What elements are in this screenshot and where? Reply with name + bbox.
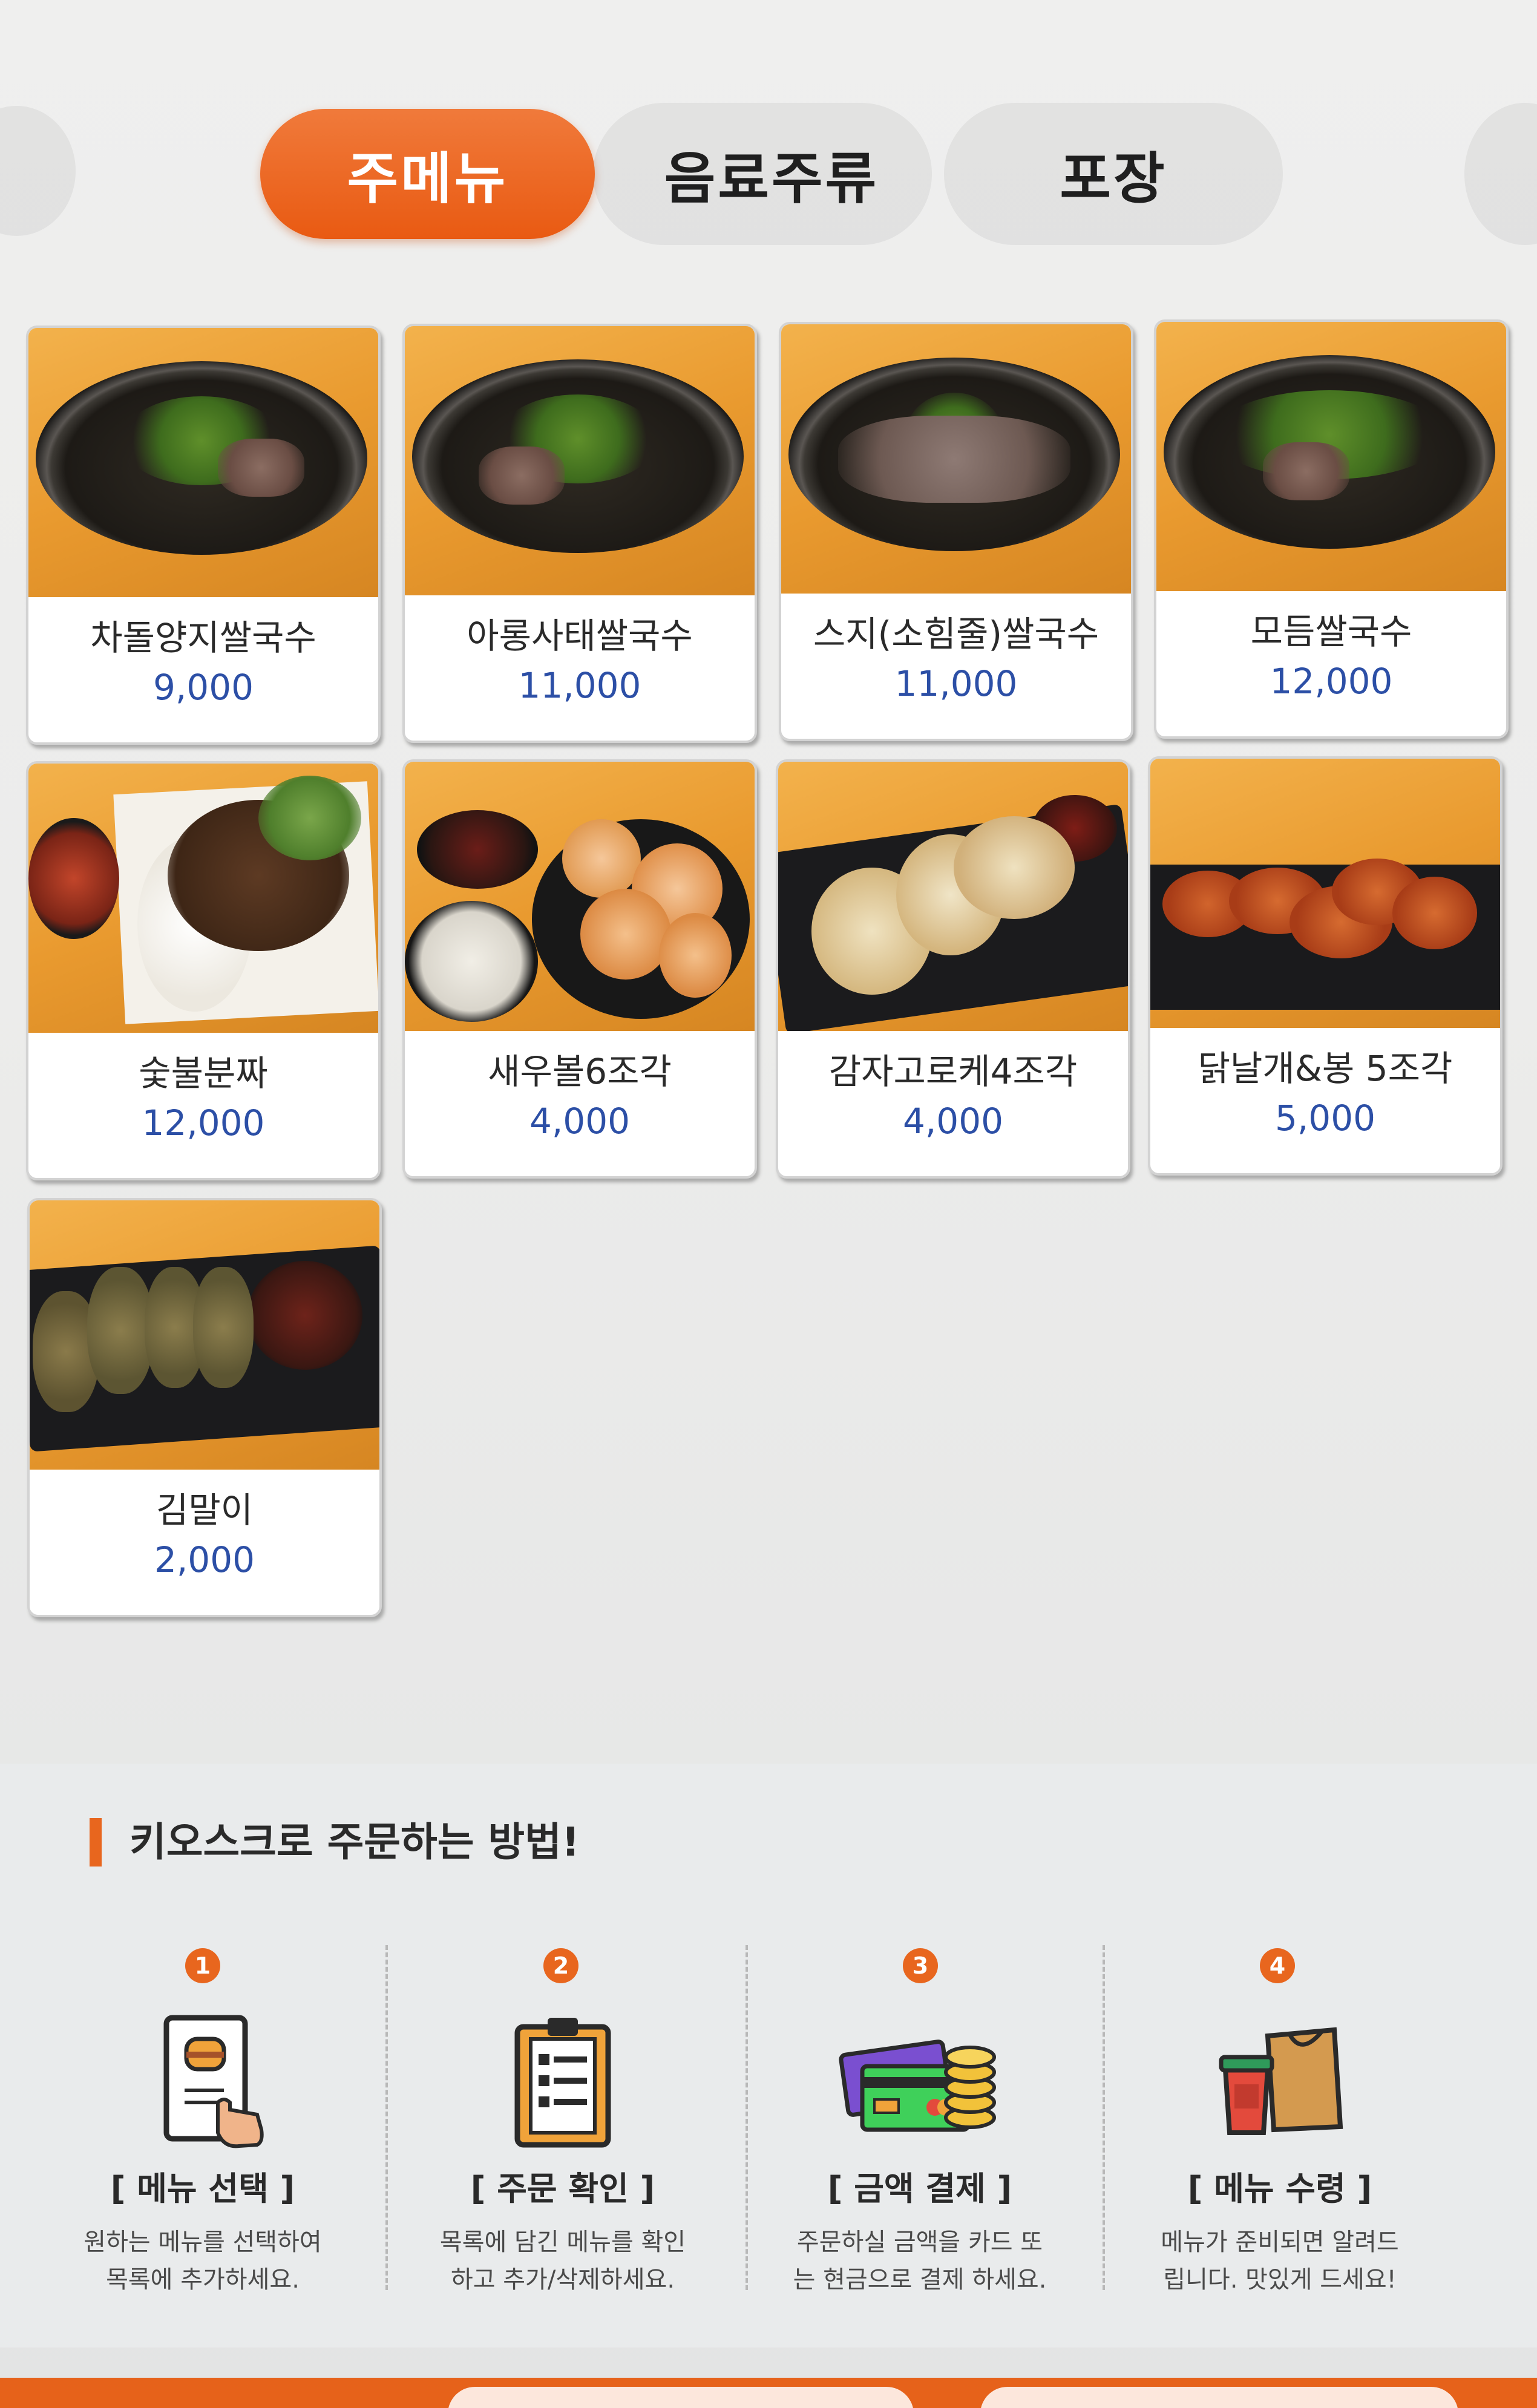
menu-price: 12,000 [1270,661,1393,702]
step-number-badge: 3 [903,1948,938,1983]
menu-price: 11,000 [894,663,1018,704]
howto-step: 2 [ 주문 확인 ] 목록에 담긴 메뉴를 확인 하고 추가/삭제하세요. [384,1764,741,2347]
step-label: [ 금액 결제 ] [827,2170,1012,2208]
menu-photo [28,328,378,597]
menu-card[interactable]: 닭날개&봉 5조각 5,000 [1148,756,1503,1176]
step-number-badge: 1 [185,1948,220,1983]
decor-bubble [1464,103,1537,245]
kiosk-screen: 주메뉴 음료주류 포장 차돌양지쌀국수 9,000 아롱사태쌀국수 11,000… [0,0,1537,2408]
menu-card[interactable]: 모듬쌀국수 12,000 [1154,319,1509,739]
clipboard-icon [493,2012,632,2151]
howto-section: 키오스크로 주문하는 방법! 1 [ 메뉴 선택 ] 원하는 메뉴를 선택하여 … [0,1764,1537,2347]
menu-price: 9,000 [152,667,254,708]
menu-photo [1156,322,1506,591]
step-description: 메뉴가 준비되면 알려드 립니다. 맛있게 드세요! [1161,2228,1399,2294]
menu-card[interactable]: 새우볼6조각 4,000 [402,759,757,1179]
menu-name: 닭날개&봉 5조각 [1198,1048,1453,1089]
menu-photo [405,762,755,1031]
menu-price: 5,000 [1274,1098,1376,1139]
menu-card[interactable]: 차돌양지쌀국수 9,000 [26,326,381,745]
menu-photo [28,764,378,1033]
menu-name: 아롱사태쌀국수 [467,615,693,656]
menu-card[interactable]: 숯불분짜 12,000 [26,761,381,1180]
menu-name: 새우볼6조각 [488,1051,672,1092]
menu-price: 12,000 [142,1102,265,1143]
menu-name: 스지(소힘줄)쌀국수 [813,613,1099,655]
menu-photo [405,326,755,595]
step-description: 주문하실 금액을 카드 또 는 현금으로 결제 하세요. [793,2228,1047,2294]
step-number-badge: 4 [1260,1948,1295,1983]
takeout-bag-icon [1210,2012,1349,2151]
step-label: [ 주문 확인 ] [470,2170,655,2208]
menu-card[interactable]: 아롱사태쌀국수 11,000 [402,324,757,743]
menu-name: 차돌양지쌀국수 [90,617,316,658]
bottom-button-right[interactable] [980,2387,1458,2408]
menu-price: 11,000 [518,665,641,706]
tab-takeout[interactable]: 포장 [944,109,1283,239]
menu-card[interactable]: 김말이 2,000 [27,1198,382,1617]
menu-photo [781,324,1131,594]
tablet-touch-icon [133,2012,272,2151]
step-label: [ 메뉴 수령 ] [1187,2170,1372,2208]
menu-photo [778,762,1128,1031]
howto-step: 4 [ 메뉴 수령 ] 메뉴가 준비되면 알려드 립니다. 맛있게 드세요! [1101,1764,1458,2347]
step-description: 원하는 메뉴를 선택하여 목록에 추가하세요. [84,2228,322,2294]
category-tabs: 주메뉴 음료주류 포장 [0,91,1537,254]
step-label: [ 메뉴 선택 ] [110,2170,295,2208]
menu-photo [30,1200,379,1470]
menu-price: 2,000 [154,1539,255,1580]
step-number-badge: 2 [543,1948,578,1983]
menu-name: 모듬쌀국수 [1250,611,1412,652]
menu-card[interactable]: 감자고로케4조각 4,000 [776,759,1130,1179]
howto-step: 3 [ 금액 결제 ] 주문하실 금액을 카드 또 는 현금으로 결제 하세요. [741,1764,1098,2347]
menu-photo [1150,759,1500,1028]
menu-name: 감자고로케4조각 [828,1051,1078,1092]
menu-price: 4,000 [902,1101,1004,1142]
menu-card[interactable]: 스지(소힘줄)쌀국수 11,000 [779,322,1133,741]
menu-name: 숯불분짜 [139,1053,268,1094]
bottom-button-left[interactable] [448,2387,914,2408]
menu-name: 김말이 [156,1490,254,1531]
menu-price: 4,000 [529,1101,631,1142]
tab-main-menu[interactable]: 주메뉴 [260,109,595,239]
card-coins-icon [838,2012,1001,2151]
tab-drinks[interactable]: 음료주류 [605,109,938,239]
decor-bubble [0,106,76,236]
howto-step: 1 [ 메뉴 선택 ] 원하는 메뉴를 선택하여 목록에 추가하세요. [24,1764,381,2347]
step-description: 목록에 담긴 메뉴를 확인 하고 추가/삭제하세요. [439,2228,686,2294]
